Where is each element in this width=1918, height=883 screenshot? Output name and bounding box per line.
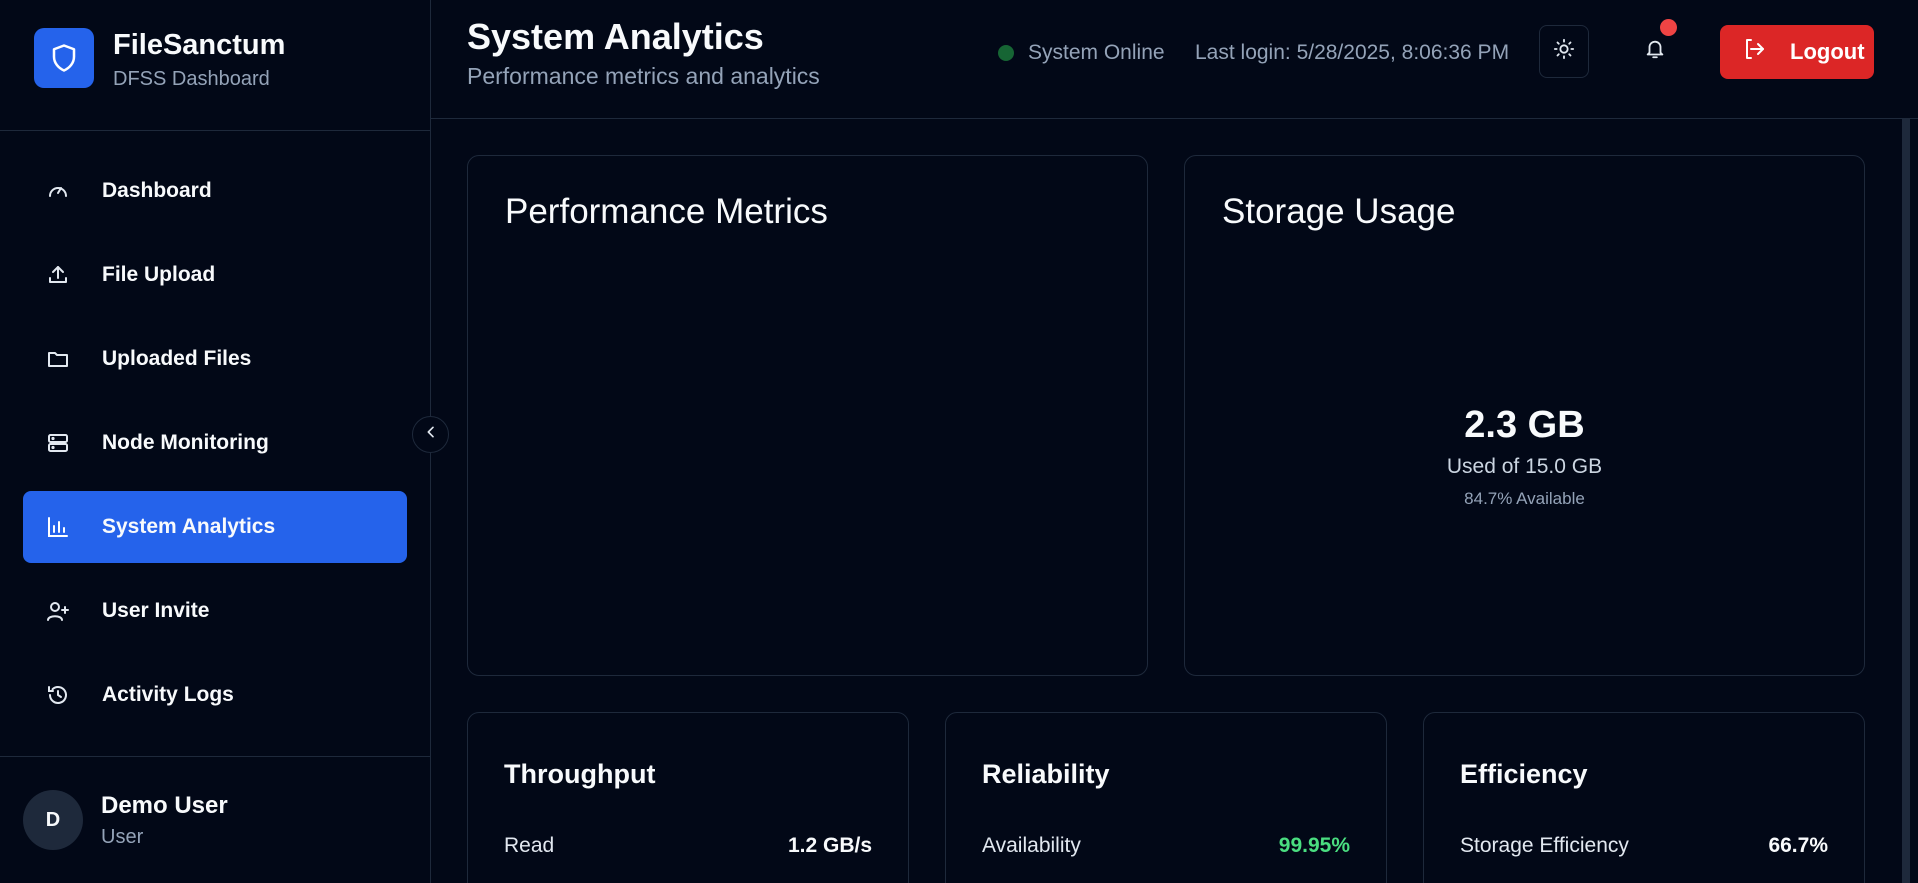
sidebar-item-label: System Analytics: [102, 515, 276, 538]
sidebar-item-file-upload[interactable]: File Upload: [23, 239, 407, 311]
server-icon: [45, 430, 71, 456]
sidebar-item-label: Node Monitoring: [102, 431, 269, 454]
history-icon: [45, 682, 71, 708]
last-login: Last login: 5/28/2025, 8:06:36 PM: [1195, 41, 1510, 64]
sidebar: FileSanctum DFSS Dashboard Dashboard Fil…: [0, 0, 431, 883]
logout-label: Logout: [1790, 39, 1865, 64]
storage-available: 84.7% Available: [1464, 489, 1585, 508]
shield-logo-icon: [34, 28, 94, 88]
sidebar-item-system-analytics[interactable]: System Analytics: [23, 491, 407, 563]
metric-row: Read 1.2 GB/s: [504, 834, 872, 858]
logout-button[interactable]: Logout: [1720, 25, 1874, 79]
user-name: Demo User: [101, 791, 228, 819]
metric-value: 99.95%: [1278, 834, 1350, 857]
storage-usage-card: Storage Usage 2.3 GB Used of 15.0 GB 84.…: [1184, 155, 1865, 676]
system-status: System Online: [998, 41, 1165, 65]
main-scrollbar[interactable]: [1902, 119, 1910, 883]
metric-label: Storage Efficiency: [1460, 834, 1629, 857]
sidebar-item-dashboard[interactable]: Dashboard: [23, 155, 407, 227]
page-header: System Analytics Performance metrics and…: [431, 0, 1918, 119]
collapse-sidebar-button[interactable]: [412, 416, 449, 453]
sidebar-item-label: Dashboard: [102, 179, 212, 202]
theme-toggle-button[interactable]: [1539, 25, 1589, 78]
card-title: Reliability: [982, 759, 1110, 789]
metric-label: Availability: [982, 834, 1081, 857]
sidebar-item-label: Uploaded Files: [102, 347, 252, 370]
upload-icon: [45, 262, 71, 288]
sidebar-nav: Dashboard File Upload Uploaded Files Nod…: [0, 131, 430, 731]
performance-metrics-card: Performance Metrics: [467, 155, 1148, 676]
user-role: User: [101, 825, 144, 848]
card-title: Efficiency: [1460, 759, 1588, 789]
folder-icon: [45, 346, 71, 372]
sun-icon: [1553, 38, 1575, 65]
logout-icon: [1742, 37, 1766, 67]
sidebar-item-label: Activity Logs: [102, 683, 234, 706]
sidebar-item-uploaded-files[interactable]: Uploaded Files: [23, 323, 407, 395]
chevron-left-icon: [423, 424, 439, 445]
bell-icon: [1644, 38, 1666, 65]
sidebar-item-label: File Upload: [102, 263, 216, 286]
card-title: Performance Metrics: [505, 192, 828, 231]
sidebar-item-label: User Invite: [102, 599, 210, 622]
brand-subtitle: DFSS Dashboard: [113, 68, 270, 90]
user-plus-icon: [45, 598, 71, 624]
card-title: Storage Usage: [1222, 192, 1456, 231]
storage-summary: 2.3 GB Used of 15.0 GB 84.7% Available: [1185, 404, 1864, 509]
bar-chart-icon: [45, 514, 71, 540]
throughput-card: Throughput Read 1.2 GB/s: [467, 712, 909, 883]
storage-total: Used of 15.0 GB: [1446, 455, 1603, 478]
page-subtitle: Performance metrics and analytics: [467, 63, 820, 89]
notifications-button[interactable]: [1629, 19, 1681, 78]
notification-badge: [1660, 19, 1677, 36]
metric-row: Availability 99.95%: [982, 834, 1350, 858]
gauge-icon: [45, 178, 71, 204]
avatar: D: [23, 790, 83, 850]
page-title: System Analytics: [467, 16, 764, 57]
metric-value: 66.7%: [1768, 834, 1828, 857]
sidebar-item-activity-logs[interactable]: Activity Logs: [23, 659, 407, 731]
brand-title: FileSanctum: [113, 29, 286, 61]
storage-used-value: 2.3 GB: [1464, 404, 1585, 446]
reliability-card: Reliability Availability 99.95%: [945, 712, 1387, 883]
user-profile[interactable]: D Demo User User: [0, 756, 431, 883]
metric-value: 1.2 GB/s: [787, 834, 872, 857]
status-dot-icon: [998, 45, 1014, 61]
metric-row: Storage Efficiency 66.7%: [1460, 834, 1828, 858]
metric-label: Read: [504, 834, 555, 857]
card-title: Throughput: [504, 759, 656, 789]
status-text: System Online: [1028, 41, 1165, 64]
brand: FileSanctum DFSS Dashboard: [0, 0, 430, 131]
sidebar-item-node-monitoring[interactable]: Node Monitoring: [23, 407, 407, 479]
sidebar-item-user-invite[interactable]: User Invite: [23, 575, 407, 647]
efficiency-card: Efficiency Storage Efficiency 66.7%: [1423, 712, 1865, 883]
